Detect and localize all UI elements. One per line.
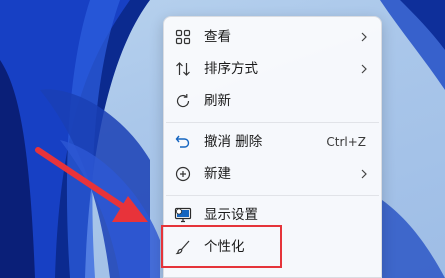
menu-item-label: 新建 <box>204 166 231 182</box>
new-plus-icon <box>174 165 192 183</box>
sort-arrows-icon <box>174 60 192 78</box>
undo-icon <box>174 133 192 151</box>
menu-item-label: 查看 <box>204 29 231 45</box>
chevron-right-icon <box>361 64 367 74</box>
menu-divider <box>166 122 379 123</box>
menu-item-label: 排序方式 <box>204 61 258 77</box>
display-settings-icon <box>174 206 192 224</box>
highlight-box <box>161 225 282 268</box>
refresh-icon <box>174 92 192 110</box>
menu-item-label: 撤消 删除 <box>204 134 263 150</box>
menu-divider <box>166 195 379 196</box>
menu-item-view[interactable]: 查看 <box>164 23 381 51</box>
menu-item-sort-by[interactable]: 排序方式 <box>164 55 381 83</box>
menu-item-label: 刷新 <box>204 93 231 109</box>
chevron-right-icon <box>361 32 367 42</box>
chevron-right-icon <box>361 169 367 179</box>
shortcut-label: Ctrl+Z <box>326 135 366 149</box>
menu-item-undo-delete[interactable]: 撤消 删除 Ctrl+Z <box>164 128 381 156</box>
menu-item-new[interactable]: 新建 <box>164 160 381 188</box>
menu-item-refresh[interactable]: 刷新 <box>164 87 381 115</box>
grid-view-icon <box>174 28 192 46</box>
